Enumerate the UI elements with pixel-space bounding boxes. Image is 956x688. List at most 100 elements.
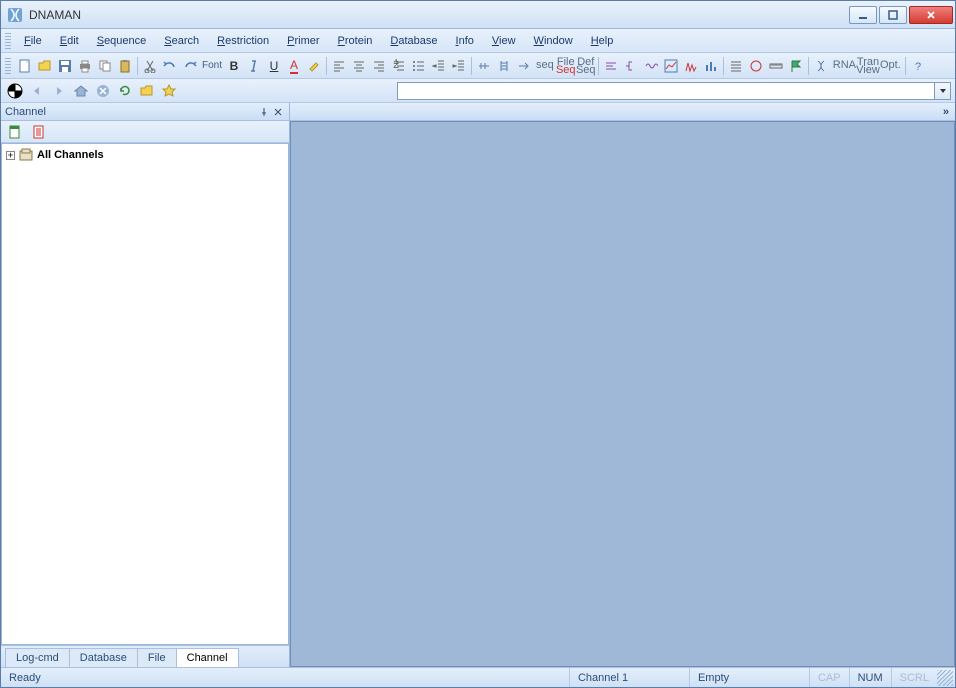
- globe-icon: [7, 83, 23, 99]
- rna-button[interactable]: RNA: [831, 61, 858, 70]
- globe-button[interactable]: [5, 81, 25, 101]
- tool-align-button[interactable]: [601, 56, 621, 76]
- circle-icon: [749, 59, 763, 73]
- doc-red-icon: [32, 125, 46, 139]
- maximize-button[interactable]: [879, 6, 907, 24]
- redo-button[interactable]: [180, 56, 200, 76]
- menu-search[interactable]: Search: [155, 32, 208, 50]
- app-title: DNAMAN: [29, 8, 849, 22]
- back-button[interactable]: [27, 81, 47, 101]
- align-right-icon: [372, 59, 386, 73]
- tree-root-label: All Channels: [37, 149, 104, 161]
- seq-button[interactable]: seq: [534, 61, 556, 70]
- bold-icon: B: [230, 59, 239, 73]
- menu-window[interactable]: Window: [525, 32, 582, 50]
- tool-dna-button[interactable]: [811, 56, 831, 76]
- copy-button[interactable]: [95, 56, 115, 76]
- panel-doc1-button[interactable]: [5, 122, 25, 142]
- minimize-button[interactable]: [849, 6, 877, 24]
- side-tab-database[interactable]: Database: [69, 648, 138, 667]
- tool-flag-button[interactable]: [786, 56, 806, 76]
- tool-ladder-button[interactable]: [494, 56, 514, 76]
- underline-button[interactable]: U: [264, 56, 284, 76]
- menu-protein[interactable]: Protein: [329, 32, 382, 50]
- side-tab-file[interactable]: File: [137, 648, 177, 667]
- highlight-button[interactable]: [304, 56, 324, 76]
- tool-list-button[interactable]: [726, 56, 746, 76]
- tree-icon: [624, 59, 638, 73]
- tool-peaks-button[interactable]: [681, 56, 701, 76]
- address-input[interactable]: [397, 82, 935, 100]
- panel-toolbar: [1, 121, 289, 143]
- print-button[interactable]: [75, 56, 95, 76]
- align-center-button[interactable]: [349, 56, 369, 76]
- tree-expand-toggle[interactable]: +: [6, 151, 15, 160]
- address-dropdown-button[interactable]: [935, 82, 951, 100]
- tool-ruler-button[interactable]: [766, 56, 786, 76]
- menu-database[interactable]: Database: [381, 32, 446, 50]
- font-button[interactable]: Font: [200, 60, 224, 71]
- save-button[interactable]: [55, 56, 75, 76]
- tool-orf-button[interactable]: [474, 56, 494, 76]
- opt-button[interactable]: Opt.: [878, 61, 903, 70]
- menu-restriction[interactable]: Restriction: [208, 32, 278, 50]
- resize-grip[interactable]: [937, 670, 953, 686]
- refresh-button[interactable]: [115, 81, 135, 101]
- save-icon: [58, 59, 72, 73]
- panel-doc2-button[interactable]: [29, 122, 49, 142]
- menu-sequence[interactable]: Sequence: [88, 32, 156, 50]
- side-tab-log-cmd[interactable]: Log-cmd: [5, 648, 70, 667]
- panel-pin-button[interactable]: [257, 105, 271, 119]
- undo-button[interactable]: [160, 56, 180, 76]
- panel-close-button[interactable]: [271, 105, 285, 119]
- menu-file[interactable]: File: [15, 32, 51, 50]
- menu-primer[interactable]: Primer: [278, 32, 328, 50]
- tree-root-row[interactable]: + All Channels: [6, 148, 284, 162]
- menu-help[interactable]: Help: [582, 32, 623, 50]
- paste-button[interactable]: [115, 56, 135, 76]
- new-button[interactable]: [15, 56, 35, 76]
- align-left-button[interactable]: [329, 56, 349, 76]
- stop-icon: [96, 84, 110, 98]
- tool-bars-button[interactable]: [701, 56, 721, 76]
- tool-arrow-button[interactable]: [514, 56, 534, 76]
- tool-circle-button[interactable]: [746, 56, 766, 76]
- file-seq-button[interactable]: FileSeq: [556, 56, 576, 76]
- tool-tree-button[interactable]: [621, 56, 641, 76]
- font-color-button[interactable]: A: [284, 56, 304, 76]
- bold-button[interactable]: B: [224, 56, 244, 76]
- star-button[interactable]: [159, 81, 179, 101]
- list-bullet-button[interactable]: [409, 56, 429, 76]
- increase-indent-button[interactable]: [449, 56, 469, 76]
- tool-graph-button[interactable]: [661, 56, 681, 76]
- stop-button[interactable]: [93, 81, 113, 101]
- tool-question-button[interactable]: ?: [908, 56, 928, 76]
- forward-button[interactable]: [49, 81, 69, 101]
- decrease-indent-button[interactable]: [429, 56, 449, 76]
- menu-info[interactable]: Info: [447, 32, 483, 50]
- open-button[interactable]: [35, 56, 55, 76]
- align-right-button[interactable]: [369, 56, 389, 76]
- menu-edit[interactable]: Edit: [51, 32, 88, 50]
- def-seq-button[interactable]: DefSeq: [576, 56, 596, 76]
- svg-text:2: 2: [393, 59, 399, 71]
- peaks-icon: [684, 59, 698, 73]
- middle-area: Channel + All Channels Log-cmdDatabaseFi…: [1, 103, 955, 667]
- channel-tree[interactable]: + All Channels: [1, 143, 289, 645]
- open-folder-icon: [38, 59, 52, 73]
- home-button[interactable]: [71, 81, 91, 101]
- panel-header: Channel: [1, 103, 289, 121]
- content-more-button[interactable]: »: [290, 103, 955, 121]
- side-tab-channel[interactable]: Channel: [176, 648, 239, 667]
- favorites-button[interactable]: [137, 81, 157, 101]
- italic-button[interactable]: [244, 56, 264, 76]
- close-small-icon: [273, 107, 283, 117]
- status-scrl: SCRL: [892, 668, 937, 687]
- close-button[interactable]: [909, 6, 953, 24]
- cut-button[interactable]: [140, 56, 160, 76]
- menu-view[interactable]: View: [483, 32, 525, 50]
- tran-view-button[interactable]: TranView: [858, 56, 878, 76]
- list-numbered-button[interactable]: 12: [389, 56, 409, 76]
- arrow-right-icon: [517, 59, 531, 73]
- tool-ww-button[interactable]: [641, 56, 661, 76]
